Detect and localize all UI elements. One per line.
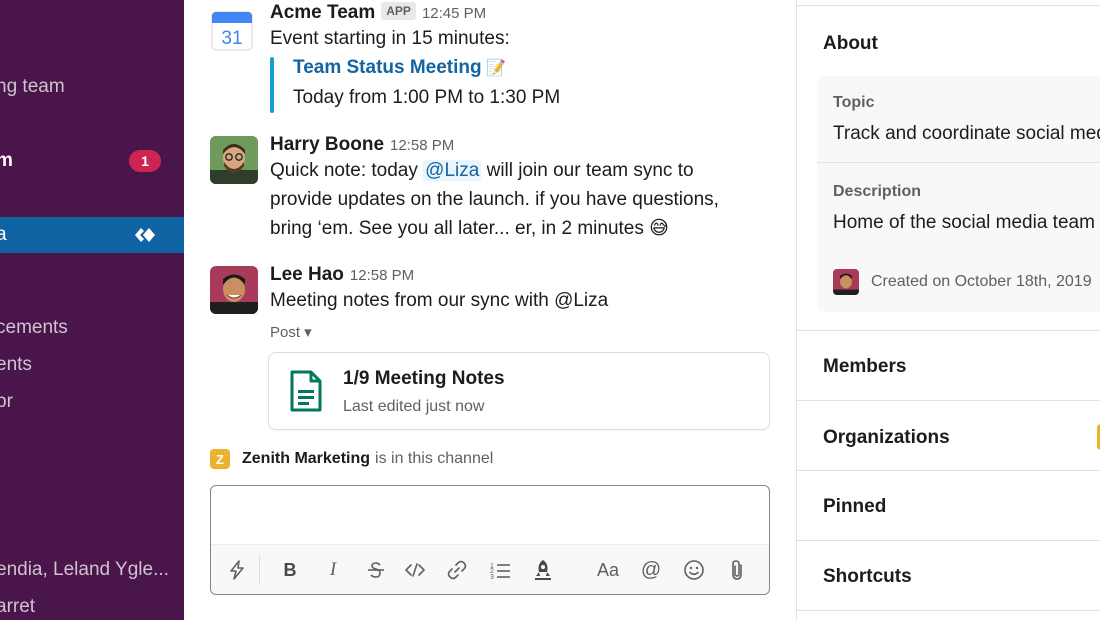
channel-details-panel: About Topic Track and coordinate social … — [796, 0, 1100, 620]
sidebar-item-dm[interactable]: arret — [0, 589, 184, 620]
sidebar-item-channel-team[interactable]: ng team — [0, 69, 184, 105]
sidebar-item-active-channel[interactable]: a — [0, 217, 184, 253]
unread-badge: 1 — [129, 150, 161, 172]
topic-label: Topic — [833, 94, 875, 111]
divider — [797, 470, 1100, 471]
sidebar-item-label: ng team — [0, 76, 65, 97]
app-badge: APP — [381, 2, 416, 20]
message-text: Quick note: today @Liza will join our te… — [270, 156, 740, 243]
sweat-smile-emoji: 😅 — [649, 218, 669, 239]
svg-text:3: 3 — [490, 574, 494, 580]
event-link[interactable]: Team Status Meeting — [293, 57, 482, 78]
message-harry-boone: Harry Boone 12:58 PM Quick note: today @L… — [210, 134, 770, 254]
text-format-icon[interactable]: Aa — [596, 558, 620, 582]
rocket-icon[interactable] — [531, 558, 555, 582]
sidebar-item-pr[interactable]: pr — [0, 384, 184, 420]
avatar[interactable] — [210, 136, 258, 184]
calendar-icon[interactable]: 31 — [210, 8, 254, 52]
message-acme-team: 31 Acme Team APP 12:45 PM Event starting i… — [210, 0, 770, 124]
message-text: Event starting in 15 minutes: — [270, 28, 510, 49]
topic-value[interactable]: Track and coordinate social med — [833, 123, 1100, 145]
strikethrough-icon[interactable] — [364, 558, 388, 582]
quote-bar — [270, 57, 274, 113]
sidebar-item-label: m — [0, 150, 13, 171]
sidebar: ng team m 1 a cements ents pr endia, Lel… — [0, 0, 184, 620]
at-mention-icon[interactable]: @ — [639, 558, 663, 582]
formatting-toolbar: B I 123 Aa @ — [211, 544, 769, 594]
user-mention[interactable]: @Liza — [423, 160, 482, 181]
sidebar-item-label: ents — [0, 354, 32, 375]
message-timestamp[interactable]: 12:45 PM — [422, 5, 486, 22]
file-title[interactable]: 1/9 Meeting Notes — [343, 368, 505, 390]
sidebar-item-label: cements — [0, 317, 68, 338]
calendar-day: 31 — [221, 28, 242, 49]
code-icon[interactable] — [403, 558, 427, 582]
sidebar-item-unread-channel[interactable]: m 1 — [0, 143, 184, 179]
divider — [797, 540, 1100, 541]
toolbar-divider — [259, 555, 260, 585]
message-input[interactable] — [223, 496, 753, 536]
event-time: Today from 1:00 PM to 1:30 PM — [293, 87, 561, 108]
numbered-list-icon[interactable]: 123 — [488, 558, 512, 582]
organizations-section[interactable]: Organizations — [823, 427, 950, 449]
link-icon[interactable] — [445, 558, 469, 582]
sidebar-item-events[interactable]: ents — [0, 347, 184, 383]
emoji-icon[interactable] — [682, 558, 706, 582]
sidebar-item-group-dm[interactable]: endia, Leland Ygle... — [0, 552, 184, 588]
message-timestamp[interactable]: 12:58 PM — [390, 137, 454, 154]
membership-text: is in this channel — [375, 450, 494, 467]
divider — [797, 5, 1100, 6]
about-section: Topic Track and coordinate social med De… — [817, 76, 1100, 312]
org-name[interactable]: Zenith Marketing — [242, 450, 370, 468]
italic-icon[interactable]: I — [321, 558, 345, 582]
bold-icon[interactable]: B — [278, 558, 302, 582]
sender-name[interactable]: Acme Team — [270, 2, 375, 23]
avatar[interactable] — [210, 266, 258, 314]
file-subtitle: Last edited just now — [343, 398, 485, 415]
attachment-icon[interactable] — [725, 558, 749, 582]
creator-avatar[interactable] — [833, 269, 859, 295]
sidebar-item-announcements[interactable]: cements — [0, 310, 184, 346]
channel-membership-note: Z Zenith Marketing is in this channel — [210, 449, 493, 469]
sidebar-item-label: endia, Leland Ygle... — [0, 559, 169, 580]
sender-name[interactable]: Harry Boone — [270, 134, 384, 155]
divider — [817, 162, 1100, 163]
file-card[interactable]: 1/9 Meeting Notes Last edited just now — [268, 352, 770, 430]
org-logo-icon: Z — [210, 449, 230, 469]
divider — [797, 400, 1100, 401]
divider — [797, 330, 1100, 331]
memo-emoji: 📝 — [486, 60, 507, 77]
sidebar-item-label: a — [0, 224, 7, 245]
divider — [797, 610, 1100, 611]
sidebar-item-label: arret — [0, 596, 36, 617]
members-section[interactable]: Members — [823, 356, 906, 378]
sidebar-item-label: pr — [0, 391, 13, 412]
description-value[interactable]: Home of the social media team — [833, 212, 1095, 234]
created-info: Created on October 18th, 2019 — [871, 273, 1092, 290]
pinned-section[interactable]: Pinned — [823, 496, 886, 518]
message-pane: 31 Acme Team APP 12:45 PM Event starting i… — [184, 0, 796, 620]
lightning-icon[interactable] — [225, 558, 249, 582]
description-label: Description — [833, 183, 922, 200]
sender-name[interactable]: Lee Hao — [270, 264, 344, 285]
message-composer[interactable]: B I 123 Aa @ — [210, 485, 770, 595]
message-timestamp[interactable]: 12:58 PM — [350, 267, 414, 284]
document-icon — [290, 370, 322, 412]
about-heading[interactable]: About — [823, 33, 878, 55]
shared-channel-icon — [135, 228, 155, 242]
message-text: Meeting notes from our sync with @Liza — [270, 290, 609, 311]
shortcuts-section[interactable]: Shortcuts — [823, 566, 912, 588]
message-text-part: Quick note: today — [270, 160, 424, 181]
post-dropdown[interactable]: Post ▾ — [270, 323, 770, 341]
